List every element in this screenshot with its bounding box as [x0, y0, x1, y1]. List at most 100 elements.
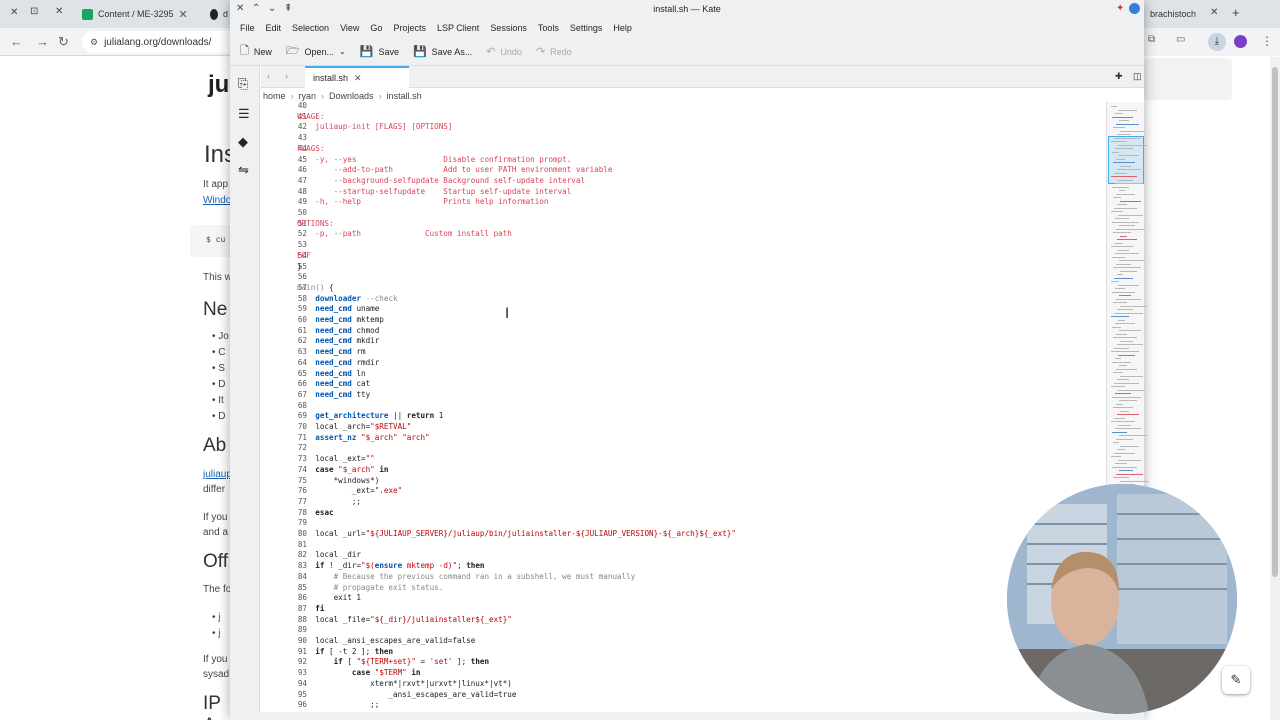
tab-install-sh[interactable]: install.sh ✕	[305, 66, 409, 88]
open-button[interactable]: 🗁 Open... ⌄	[286, 42, 346, 61]
site-info-icon[interactable]: ⚙	[90, 37, 98, 48]
code-line[interactable]: local _ansi_escapes_are_valid=false	[297, 636, 475, 645]
code-line[interactable]: if [ -t 2 ]; then	[297, 647, 393, 656]
code-line[interactable]: --add-to-path Add to user PATH environme…	[297, 165, 613, 174]
code-line[interactable]: downloader --check	[297, 294, 397, 303]
code-line[interactable]: exit 1	[297, 593, 361, 602]
page-link[interactable]: juliaup	[203, 469, 232, 480]
projects-icon[interactable]: ☰	[238, 106, 250, 122]
code-line[interactable]: OPTIONS:	[297, 219, 334, 228]
extension-icon[interactable]: ⧉	[1148, 34, 1155, 45]
code-line[interactable]: need_cmd mkdir	[297, 336, 379, 345]
code-line[interactable]: local _url="${JULIAUP_SERVER}/juliaup/bi…	[297, 529, 736, 538]
code-line[interactable]: need_cmd rmdir	[297, 358, 379, 367]
code-line[interactable]: need_cmd uname	[297, 304, 379, 313]
symbols-icon[interactable]: ⇋	[238, 162, 249, 178]
scrollbar-thumb[interactable]	[1272, 67, 1278, 577]
code-line[interactable]: FLAGS:	[297, 144, 324, 153]
close-icon[interactable]: ✕	[354, 73, 362, 84]
menu-go[interactable]: Go	[364, 18, 387, 38]
breadcrumb-item[interactable]: home	[263, 91, 286, 101]
browser-tab-content[interactable]: Content / ME-3295 ✕	[76, 3, 200, 25]
code-line[interactable]: ;;	[297, 497, 361, 506]
code-line[interactable]: local _arch="$RETVAL"	[297, 422, 411, 431]
code-line[interactable]: if ! _dir="$(ensure mktemp -d)"; then	[297, 561, 484, 570]
profile-avatar[interactable]	[1234, 35, 1247, 48]
menu-sessions[interactable]: Sessions	[484, 18, 532, 38]
git-icon[interactable]: ◆	[238, 134, 248, 150]
cast-icon[interactable]: ▭	[1176, 34, 1185, 45]
menu-icon[interactable]: ⋮	[1261, 34, 1273, 48]
menu-view[interactable]: View	[334, 18, 364, 38]
chevron-right-icon[interactable]: ›	[285, 71, 288, 81]
menu-selection[interactable]: Selection	[286, 18, 334, 38]
edit-icon[interactable]: ✎	[1222, 666, 1250, 694]
code-line[interactable]: -h, --help Prints help information	[297, 197, 548, 206]
code-line[interactable]: need_cmd cat	[297, 379, 370, 388]
code-line[interactable]: need_cmd mktemp	[297, 315, 384, 324]
breadcrumb-item[interactable]: ryan	[299, 91, 317, 101]
reload-icon[interactable]: ↻	[58, 34, 69, 50]
code-line[interactable]: need_cmd ln	[297, 369, 365, 378]
menu-settings[interactable]: Settings	[564, 18, 608, 38]
code-line[interactable]: USAGE:	[297, 112, 324, 121]
menu-projects[interactable]: Projects	[387, 18, 431, 38]
code-line[interactable]: local _dir	[297, 550, 361, 559]
menu-lsp-client[interactable]: LSP Client	[431, 18, 484, 38]
code-line[interactable]: case "$TERM" in	[297, 668, 421, 677]
save-as-button[interactable]: 💾 Save As...	[413, 45, 472, 58]
code-line[interactable]: EOF	[297, 251, 311, 260]
code-line[interactable]: --background-selfupdate Background self-…	[297, 176, 585, 185]
code-line[interactable]: if [ "${TERM+set}" = 'set' ]; then	[297, 657, 489, 666]
code-line[interactable]: # Because the previous command ran in a …	[297, 572, 636, 581]
code-line[interactable]: ;;	[297, 700, 379, 709]
save-button[interactable]: 💾 Save	[360, 45, 399, 58]
pin-icon[interactable]: ✦	[1116, 3, 1124, 14]
menu-help[interactable]: Help	[607, 18, 637, 38]
code-line[interactable]: need_cmd rm	[297, 347, 365, 356]
chevron-down-icon[interactable]: ⌄	[339, 47, 346, 56]
code-line[interactable]: need_cmd chmod	[297, 326, 379, 335]
page-link[interactable]: Windo	[203, 195, 231, 206]
code-line[interactable]: --startup-selfupdate Startup self-update…	[297, 187, 572, 196]
bullet-link[interactable]: j	[218, 628, 220, 639]
page-scrollbar[interactable]	[1270, 57, 1280, 720]
pin-icon[interactable]: ✚	[1115, 71, 1123, 82]
code-line[interactable]: _ansi_escapes_are_valid=true	[297, 690, 516, 699]
menu-edit[interactable]: Edit	[260, 18, 287, 38]
code-line[interactable]: assert_nz "$_arch" "arch"	[297, 433, 429, 442]
menu-file[interactable]: File	[234, 18, 260, 38]
close-icon[interactable]: ✕	[1210, 7, 1218, 18]
bullet-link[interactable]: j	[218, 612, 220, 623]
code-line[interactable]: *windows*)	[297, 476, 380, 485]
code-line[interactable]: case "$_arch" in	[297, 465, 388, 474]
chevron-left-icon[interactable]: ‹	[267, 71, 270, 81]
download-icon[interactable]: ⤓	[1208, 33, 1226, 51]
close-icon[interactable]: ✕	[179, 8, 188, 21]
forward-icon[interactable]: →	[36, 34, 49, 49]
code-line[interactable]: main() {	[297, 283, 334, 292]
code-line[interactable]: esac	[297, 508, 333, 517]
close-icon[interactable]: ✕	[10, 7, 18, 18]
redo-button[interactable]: ↷ Redo	[536, 45, 572, 58]
menu-tools[interactable]: Tools	[532, 18, 564, 38]
code-line[interactable]: local _ext=""	[297, 454, 374, 463]
back-icon[interactable]: ←	[10, 34, 23, 49]
close-icon[interactable]: ✕	[55, 6, 63, 17]
breadcrumb-item[interactable]: Downloads	[329, 91, 374, 101]
code-line[interactable]: juliaup-init [FLAGS] [OPTIONS]	[297, 122, 452, 131]
code-line[interactable]: need_cmd tty	[297, 390, 370, 399]
code-line[interactable]: _ext=".exe"	[297, 486, 402, 495]
code-line[interactable]: get_architecture || return 1	[297, 411, 443, 420]
new-button[interactable]: 🗋 New	[240, 42, 272, 61]
code-editor[interactable]: 40 41 42 43 44 45 46 47 48 49 50 51 52 53 54 55 56 57 58 59…	[261, 102, 1107, 712]
breadcrumb-item[interactable]: install.sh	[387, 91, 422, 101]
code-line[interactable]: -p, --path Custom install path	[297, 229, 512, 238]
tab-icon[interactable]: ⊡	[30, 6, 38, 17]
undo-button[interactable]: ↶ Undo	[486, 45, 522, 58]
split-view-icon[interactable]: ◫	[1133, 71, 1142, 82]
new-tab-icon[interactable]: +	[1232, 5, 1240, 20]
code-line[interactable]: }	[297, 262, 302, 271]
code-line[interactable]: fi	[297, 604, 324, 613]
code-line[interactable]: # propagate exit status.	[297, 583, 444, 592]
